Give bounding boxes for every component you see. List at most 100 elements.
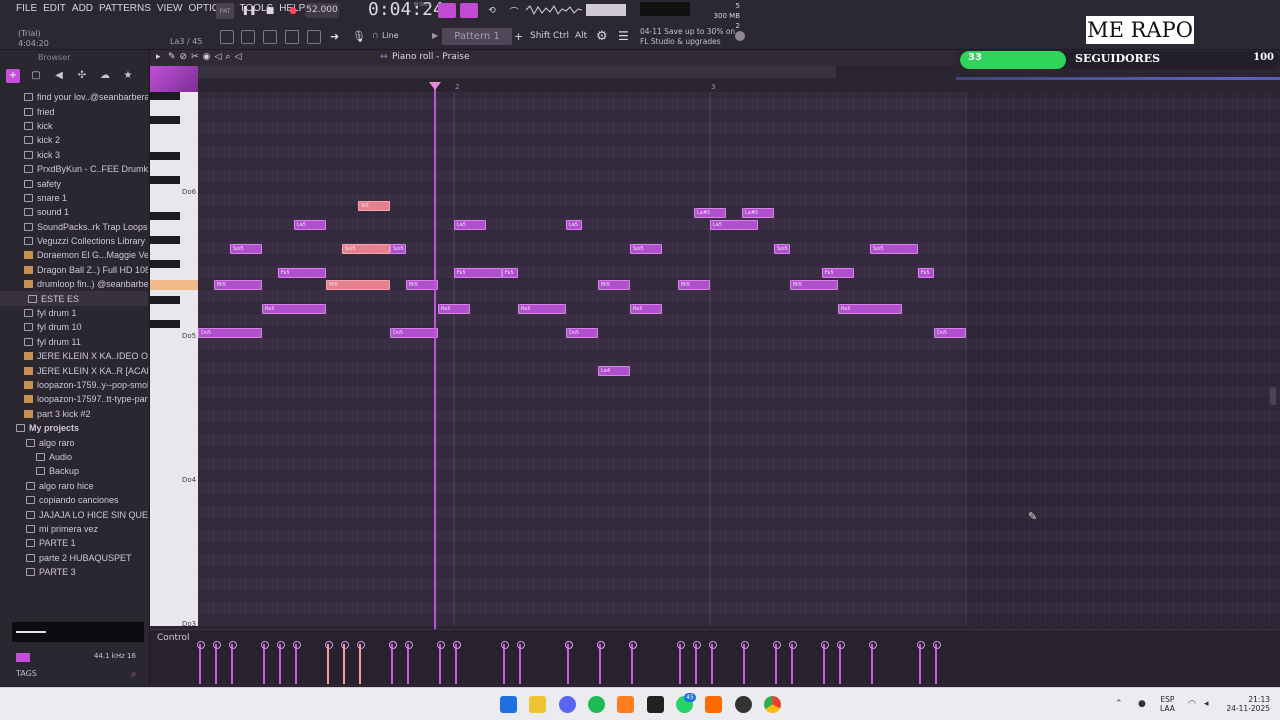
browser-item[interactable]: JAJAJA LO HICE SIN QUERER — [0, 507, 148, 521]
play-preview-icon[interactable] — [16, 653, 30, 662]
black-key[interactable] — [150, 296, 180, 304]
velocity-bar[interactable] — [197, 641, 205, 684]
browser-item[interactable]: kick 3 — [0, 148, 148, 162]
browser-item[interactable]: Audio — [0, 450, 148, 464]
pattern-song-toggle[interactable]: PAT — [216, 3, 234, 19]
control-lane[interactable] — [150, 629, 1280, 685]
tool-icon-3[interactable] — [263, 30, 277, 44]
browser-item[interactable]: part 3 kick #2 — [0, 407, 148, 421]
tray-chevron-icon[interactable]: ⌃ — [1115, 699, 1125, 709]
velocity-bar[interactable] — [629, 641, 637, 684]
velocity-bar[interactable] — [693, 641, 701, 684]
stop-button[interactable]: ■ — [261, 3, 279, 19]
note[interactable]: Sol5 — [774, 244, 790, 254]
start-icon[interactable] — [500, 696, 517, 713]
black-key[interactable] — [150, 92, 180, 100]
velocity-bar[interactable] — [869, 641, 877, 684]
tags-label[interactable]: TAGS — [16, 669, 37, 678]
browser-item[interactable]: copiando canciones — [0, 493, 148, 507]
browser-item[interactable]: sound 1 — [0, 205, 148, 219]
velocity-bar[interactable] — [597, 641, 605, 684]
cloud-icon[interactable]: ☁ — [98, 69, 112, 83]
note[interactable]: Sol5 — [390, 244, 406, 254]
note[interactable]: Fa5 — [502, 268, 518, 278]
master-volume[interactable] — [586, 4, 626, 16]
velocity-bar[interactable] — [389, 641, 397, 684]
note[interactable]: Sol5 — [230, 244, 262, 254]
note[interactable]: Mi5 — [598, 280, 630, 290]
fl-studio-icon[interactable] — [617, 696, 634, 713]
browser-item[interactable]: ESTE ES — [0, 291, 148, 306]
browser-item[interactable]: snare 1 — [0, 191, 148, 205]
language-indicator[interactable]: ESP LAA — [1160, 695, 1175, 713]
browser-item[interactable]: parte 2 HUBAQUSPET — [0, 551, 148, 565]
velocity-bar[interactable] — [821, 641, 829, 684]
microphone-tray-icon[interactable]: ● — [1138, 699, 1148, 709]
black-key[interactable] — [150, 236, 180, 244]
note[interactable]: La5 — [710, 220, 758, 230]
note[interactable]: Mi5 — [790, 280, 838, 290]
velocity-bar[interactable] — [789, 641, 797, 684]
note[interactable]: Mi5 — [326, 280, 390, 290]
velocity-bar[interactable] — [933, 641, 941, 684]
velocity-bar[interactable] — [341, 641, 349, 684]
vertical-scrollbar[interactable] — [1270, 387, 1276, 405]
note[interactable]: Re5 — [838, 304, 902, 314]
velocity-bar[interactable] — [325, 641, 333, 684]
velocity-bar[interactable] — [517, 641, 525, 684]
piano-roll-corner[interactable] — [150, 66, 198, 92]
velocity-bar[interactable] — [677, 641, 685, 684]
browser-item[interactable]: algo raro hice — [0, 479, 148, 493]
browser-item[interactable]: fried — [0, 104, 148, 118]
blend-button[interactable]: ⌒ — [505, 3, 523, 19]
horizontal-scroll[interactable] — [198, 66, 836, 78]
velocity-bar[interactable] — [213, 641, 221, 684]
velocity-bar[interactable] — [357, 641, 365, 684]
velocity-bar[interactable] — [293, 641, 301, 684]
note[interactable]: Mi5 — [678, 280, 710, 290]
note[interactable]: Fa5 — [278, 268, 326, 278]
browser-item[interactable]: Veguzzi Collections Library — [0, 234, 148, 248]
song-time[interactable]: 0:04:24 — [368, 0, 444, 20]
playhead-marker[interactable] — [429, 82, 441, 90]
epic-games-icon[interactable] — [647, 696, 664, 713]
notification-icon[interactable]: ☰ — [618, 29, 629, 43]
menu-item-add[interactable]: ADD — [72, 3, 93, 14]
browser-item[interactable]: mi primera vez — [0, 522, 148, 536]
black-key[interactable] — [150, 260, 180, 268]
note[interactable]: Re5 — [438, 304, 470, 314]
mixer-icon[interactable] — [307, 30, 321, 44]
waveform-preview[interactable] — [12, 622, 144, 642]
browser-item[interactable]: Doraemon El G...Maggie Vera — [0, 248, 148, 262]
file-explorer-icon[interactable] — [529, 696, 546, 713]
note[interactable]: Fa5 — [822, 268, 854, 278]
tool-icon-1[interactable] — [220, 30, 234, 44]
browser-item[interactable]: safety — [0, 176, 148, 190]
note[interactable]: Do5 — [566, 328, 598, 338]
velocity-bar[interactable] — [437, 641, 445, 684]
ctrl-key[interactable]: Ctrl — [553, 31, 569, 41]
browser-item[interactable]: PrxdByKun - C..FEE Drumkit — [0, 162, 148, 176]
plugin-icon[interactable]: ✣ — [75, 69, 89, 83]
note[interactable]: La5 — [566, 220, 582, 230]
settings-icon[interactable]: ⚙ — [596, 29, 608, 44]
volume-icon[interactable]: ◂ — [1204, 699, 1214, 709]
black-key[interactable] — [150, 320, 180, 328]
news-hint[interactable]: 04-11 Save up to 30% on FL Studio & upgra… — [640, 27, 735, 47]
browser-item[interactable]: kick 2 — [0, 133, 148, 147]
star-icon[interactable]: ★ — [121, 69, 135, 83]
note[interactable]: Do5 — [390, 328, 438, 338]
tool-icon-4[interactable] — [285, 30, 299, 44]
note[interactable]: Si5 — [358, 201, 390, 211]
menu-item-edit[interactable]: EDIT — [43, 3, 66, 14]
spotify-icon[interactable] — [588, 696, 605, 713]
velocity-bar[interactable] — [501, 641, 509, 684]
tool-icon-2[interactable] — [241, 30, 255, 44]
velocity-bar[interactable] — [709, 641, 717, 684]
pause-button[interactable]: ❚❚ — [240, 3, 258, 19]
velocity-bar[interactable] — [261, 641, 269, 684]
arrow-right-icon[interactable]: ➜ — [330, 30, 339, 43]
note[interactable]: La4 — [598, 366, 630, 376]
obs-icon[interactable] — [735, 696, 752, 713]
timeline-ruler[interactable] — [198, 80, 1280, 92]
